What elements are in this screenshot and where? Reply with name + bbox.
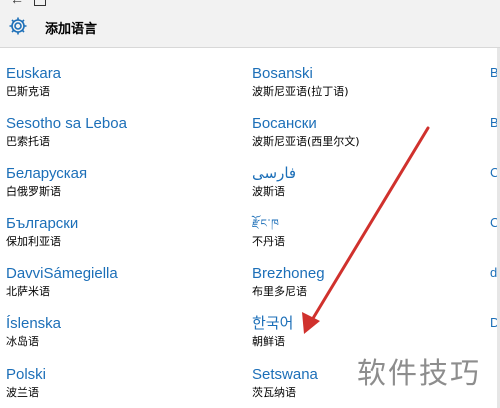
- language-item-northern-sami[interactable]: DavviSámegiella 北萨米语: [6, 265, 246, 299]
- language-item-euskara[interactable]: Euskara 巴斯克语: [6, 65, 246, 99]
- language-item-bulgarian[interactable]: Български 保加利亚语: [6, 215, 246, 249]
- language-native-name: Беларуская: [6, 165, 88, 182]
- language-chinese-name: 北萨米语: [6, 285, 50, 298]
- header-bar: ← 添加语言: [0, 0, 500, 48]
- language-item-icelandic[interactable]: Íslenska 冰岛语: [6, 315, 246, 349]
- language-item-persian[interactable]: فارسی 波斯语: [252, 165, 492, 199]
- language-native-name: Bosanski: [252, 65, 313, 82]
- language-item-korean[interactable]: 한국어 朝鲜语: [252, 315, 492, 349]
- language-chinese-name: 波兰语: [6, 386, 39, 399]
- language-chinese-name: 巴索托语: [6, 135, 50, 148]
- language-item-breton[interactable]: Brezhoneg 布里多尼语: [252, 265, 492, 299]
- language-native-name: Euskara: [6, 65, 62, 82]
- watermark: 软件技巧: [357, 356, 482, 390]
- language-chinese-name: 波斯语: [252, 185, 285, 198]
- language-native-name: Български: [6, 215, 79, 232]
- language-native-name: Brezhoneg: [252, 265, 325, 282]
- page-title: 添加语言: [45, 22, 98, 37]
- language-chinese-name: 冰岛语: [6, 335, 39, 348]
- language-native-name: فارسی: [252, 165, 297, 182]
- back-arrow-icon[interactable]: ←: [10, 0, 26, 6]
- language-chinese-name: 朝鲜语: [252, 335, 285, 348]
- language-item-bosnian-latin[interactable]: Bosanski 波斯尼亚语(拉丁语): [252, 65, 492, 99]
- language-native-name: 한국어: [252, 315, 294, 332]
- language-chinese-name: 保加利亚语: [6, 235, 61, 248]
- language-item-dzongkha[interactable]: རྫོང་ཁ 不丹语: [252, 215, 492, 249]
- language-item-bosnian-cyrillic[interactable]: Босански 波斯尼亚语(西里尔文): [252, 115, 492, 149]
- language-chinese-name: 白俄罗斯语: [6, 185, 61, 198]
- language-chinese-name: 波斯尼亚语(西里尔文): [252, 135, 360, 148]
- language-chinese-name: 波斯尼亚语(拉丁语): [252, 85, 349, 98]
- language-item-polish[interactable]: Polski 波兰语: [6, 366, 246, 400]
- language-native-name: རྫོང་ཁ: [252, 218, 280, 230]
- language-native-name: Íslenska: [6, 315, 62, 332]
- language-item-sesotho[interactable]: Sesotho sa Leboa 巴索托语: [6, 115, 246, 149]
- gear-icon: [8, 16, 28, 36]
- language-chinese-name: 布里多尼语: [252, 285, 307, 298]
- language-native-name: Polski: [6, 366, 47, 383]
- language-item-belarusian[interactable]: Беларуская 白俄罗斯语: [6, 165, 246, 199]
- language-chinese-name: 巴斯克语: [6, 85, 50, 98]
- language-native-name: DavviSámegiella: [6, 265, 118, 282]
- language-chinese-name: 不丹语: [252, 235, 285, 248]
- window-control-icon[interactable]: [34, 0, 46, 6]
- language-native-name: Sesotho sa Leboa: [6, 115, 127, 132]
- language-native-name: Босански: [252, 115, 317, 132]
